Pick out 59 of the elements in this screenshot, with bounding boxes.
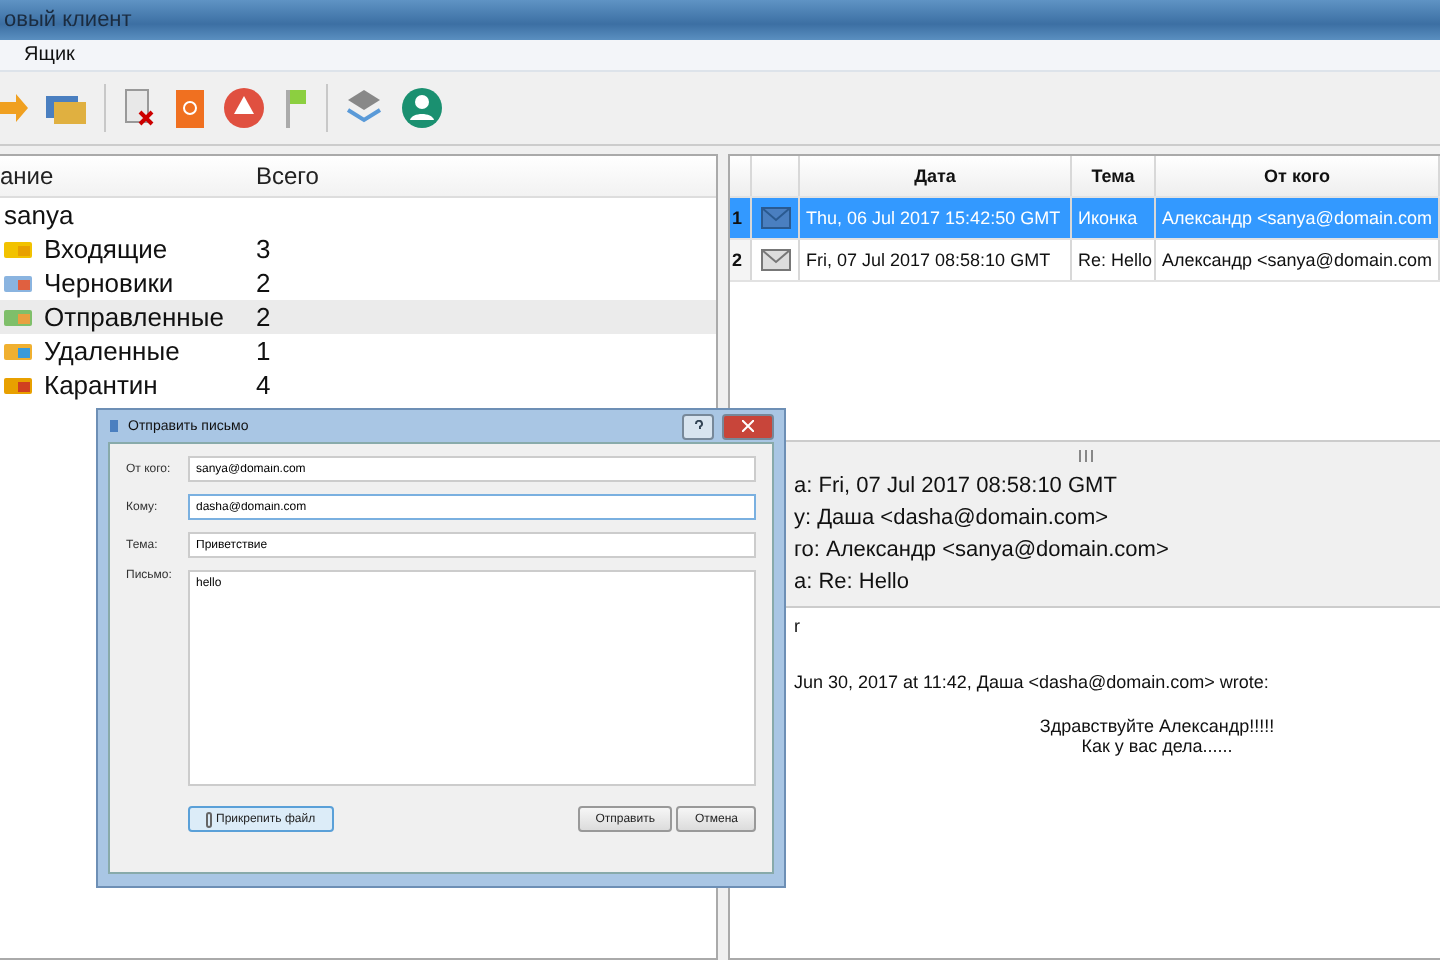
header-label: ание: [0, 162, 56, 190]
sender-cell: Александр <sanya@domain.com: [1156, 240, 1440, 280]
subject-cell: Иконка: [1072, 198, 1156, 238]
paperclip-icon: [206, 811, 212, 827]
user-icon[interactable]: [400, 84, 444, 132]
body-line: Jun 30, 2017 at 11:42, Даша <dasha@domain.com> wrote:: [794, 672, 1271, 692]
help-button[interactable]: [682, 413, 714, 439]
folder-row[interactable]: Отправленные 2: [0, 300, 716, 334]
row-number: 2: [730, 240, 752, 280]
envelope-icon: [759, 248, 791, 272]
app-icon: [108, 418, 120, 434]
account-name[interactable]: sanya: [4, 200, 74, 230]
folder-icon: [4, 307, 32, 327]
close-icon: [742, 420, 754, 432]
subject-cell: Re: Hello: [1072, 240, 1156, 280]
folder-name: Удаленные: [44, 336, 180, 366]
header-line: а: Fri, 07 Jul 2017 08:58:10 GMT: [794, 474, 1119, 498]
quote-line: Здравствуйте Александр!!!!!: [1039, 716, 1275, 736]
trash-icon[interactable]: [174, 84, 206, 132]
folder-row[interactable]: Удаленные 1: [0, 334, 716, 368]
header-line: у: Даша <dasha@domain.com>: [794, 506, 1111, 530]
folder-name: Карантин: [44, 370, 158, 400]
folder-row[interactable]: Входящие 3: [0, 232, 716, 266]
close-button[interactable]: [722, 413, 774, 439]
body-line: r: [794, 616, 802, 636]
sender-cell: Александр <sanya@domain.com: [1156, 198, 1440, 238]
column-header[interactable]: Дата: [800, 156, 1072, 196]
folder-count: 2: [256, 302, 273, 332]
row-number: 1: [730, 198, 752, 238]
flag-icon[interactable]: [282, 84, 310, 132]
folder-icon: [4, 375, 32, 395]
quote-line: Как у вас дела......: [1081, 736, 1233, 756]
folder-name: Черновики: [44, 268, 174, 298]
message-row[interactable]: 2 Fri, 07 Jul 2017 08:58:10 GMT Re: Hello Александр <sanya@domain.com: [730, 240, 1440, 282]
folder-count: 1: [256, 336, 273, 366]
folder-name: Отправленные: [44, 302, 224, 332]
splitter-handle[interactable]: [1077, 449, 1093, 461]
help-icon: [693, 419, 703, 433]
folder-row[interactable]: Черновики 2: [0, 266, 716, 300]
folder-count: 2: [256, 268, 273, 298]
folder-row[interactable]: Карантин 4: [0, 368, 716, 402]
column-header[interactable]: Тема: [1072, 156, 1156, 196]
folder-name: Входящие: [44, 234, 168, 264]
folder-icon: [4, 341, 32, 361]
column-header[interactable]: От кого: [1156, 156, 1440, 196]
window-title: овый клиент: [4, 8, 132, 32]
header-line: го: Александр <sanya@domain.com>: [794, 538, 1171, 562]
folder-icon: [4, 239, 32, 259]
header-line: а: Re: Hello: [794, 570, 911, 594]
folder-count: 4: [256, 370, 273, 400]
date-cell: Fri, 07 Jul 2017 08:58:10 GMT: [800, 240, 1072, 280]
header-label: Всего: [256, 162, 321, 190]
message-row[interactable]: 1 Thu, 06 Jul 2017 15:42:50 GMT Иконка Александр <sanya@domain.com: [730, 198, 1440, 240]
envelope-icon: [759, 206, 791, 230]
date-cell: Thu, 06 Jul 2017 15:42:50 GMT: [800, 198, 1072, 238]
warning-icon[interactable]: [222, 84, 266, 132]
folder-count: 3: [256, 234, 273, 264]
menu-item[interactable]: Ящик: [24, 44, 75, 66]
folder-icon: [4, 273, 32, 293]
